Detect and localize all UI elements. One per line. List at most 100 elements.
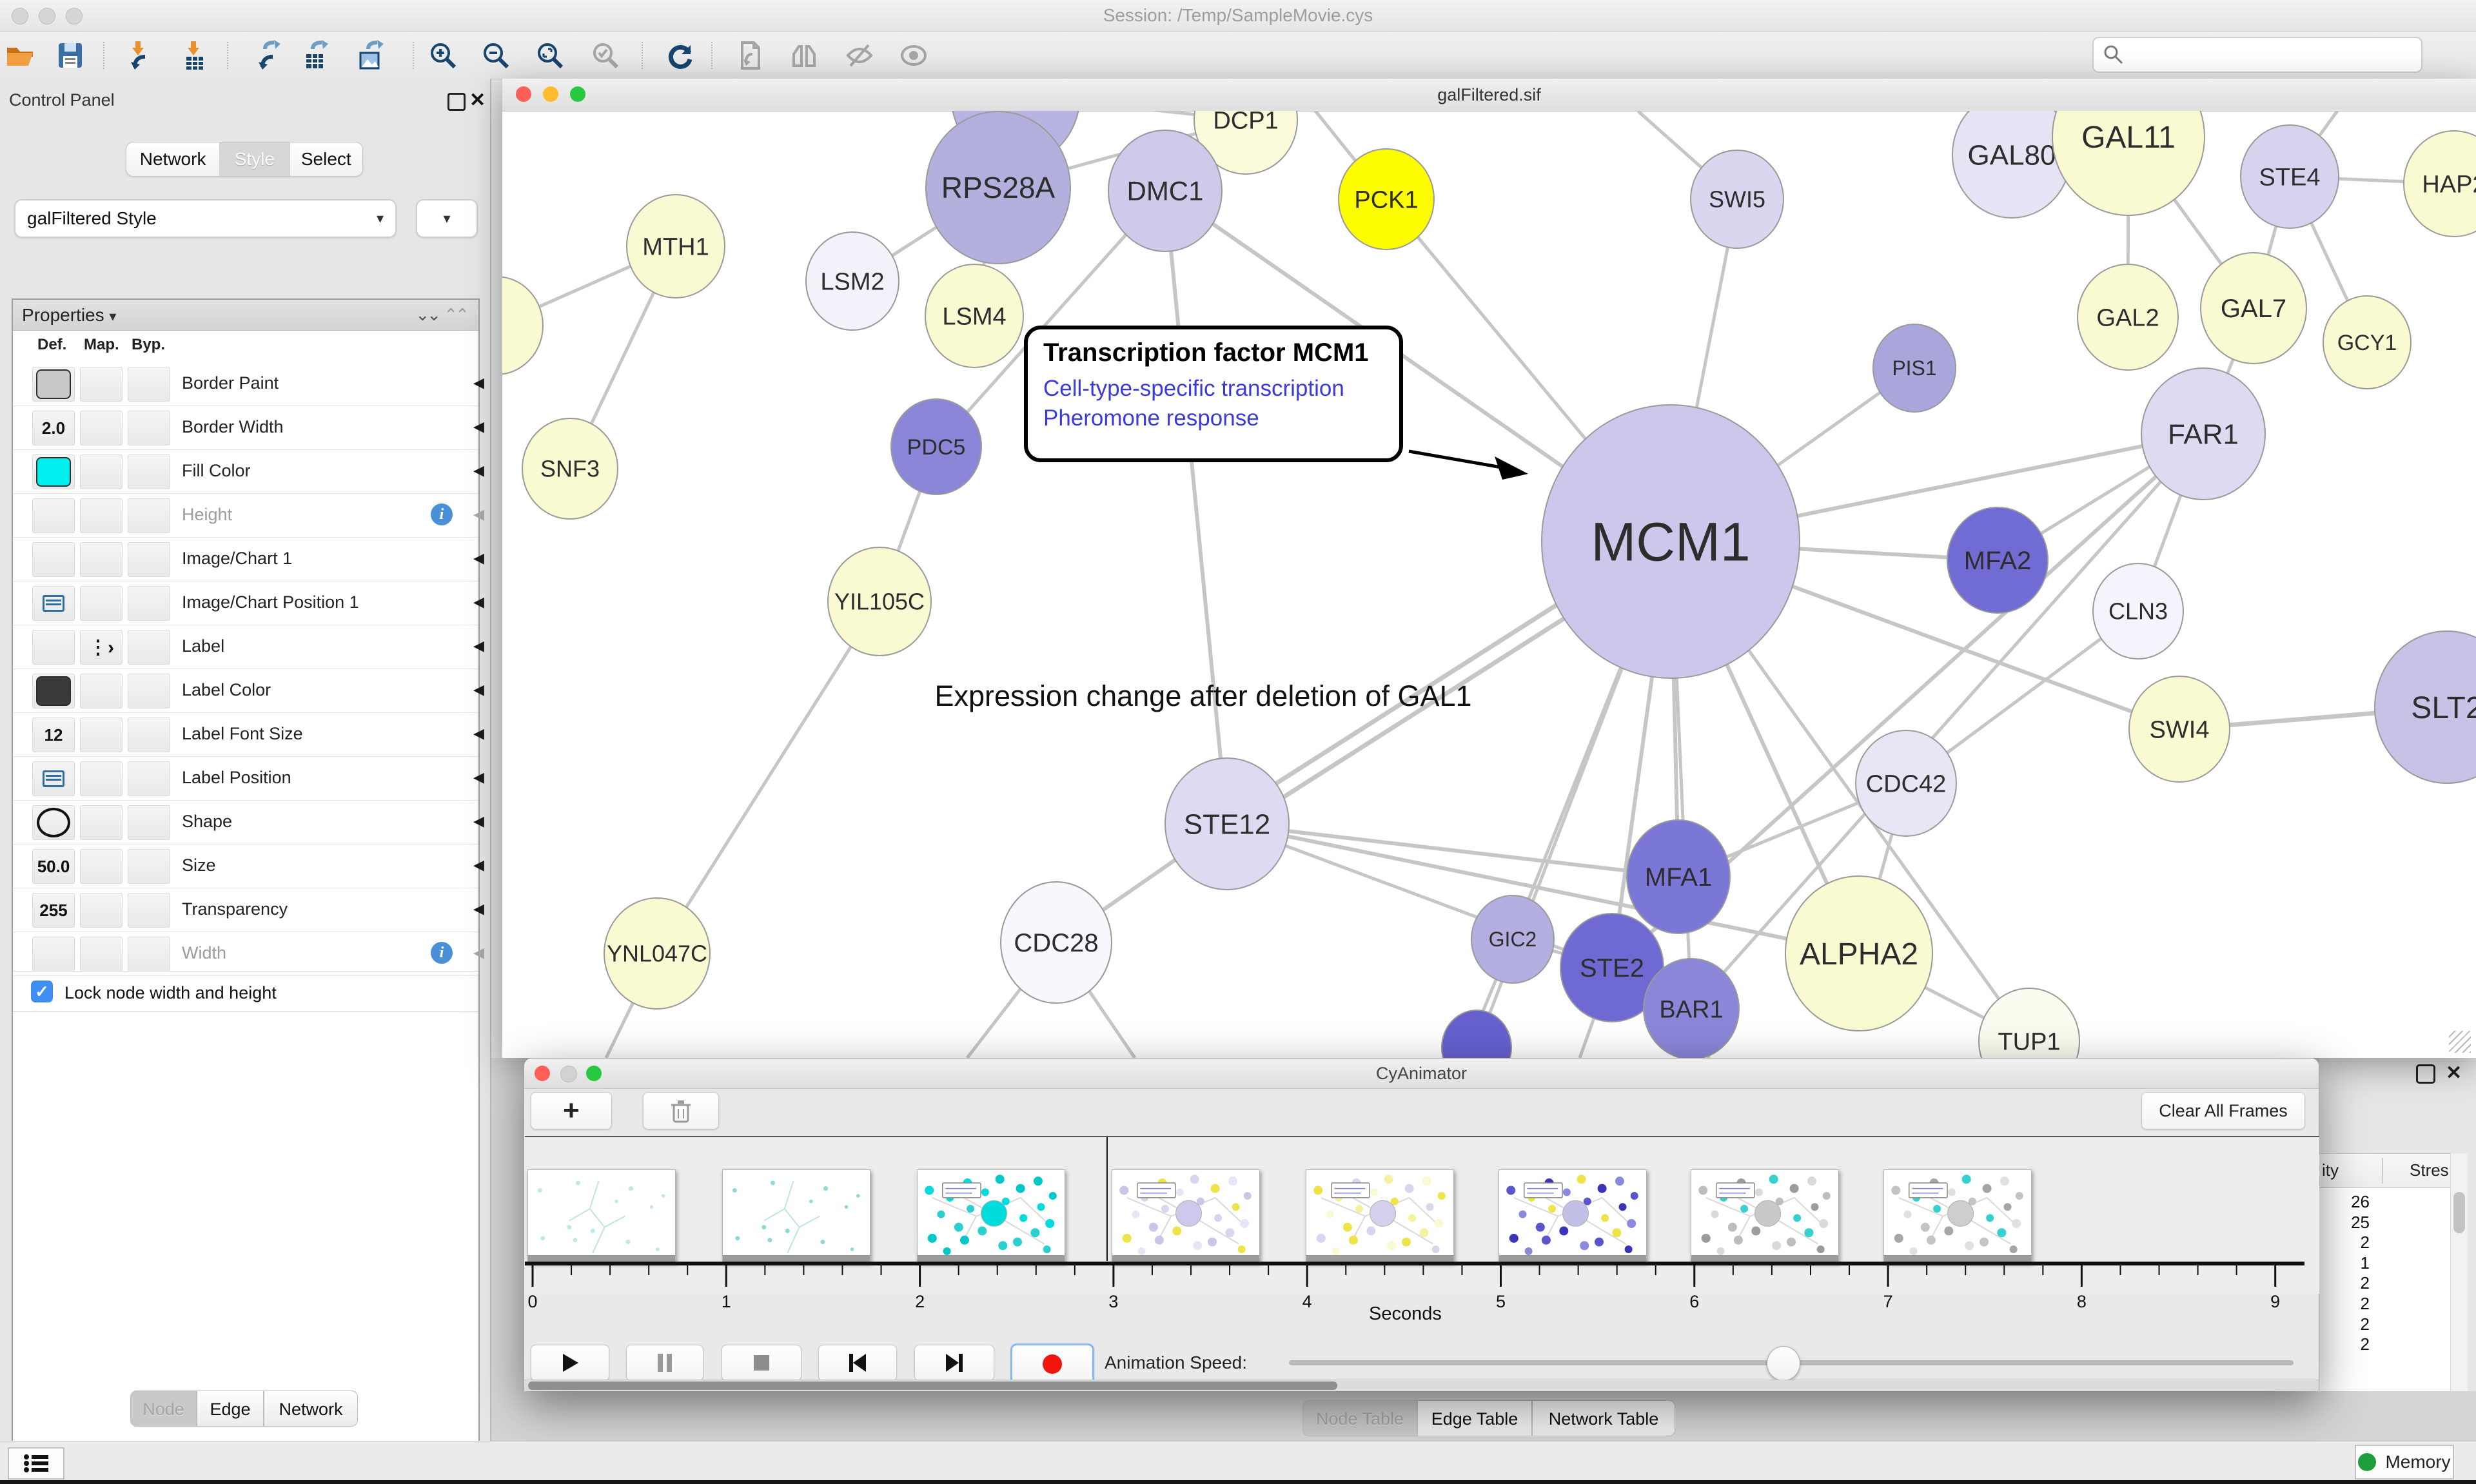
map-cell[interactable] <box>80 718 123 752</box>
network-node-ALPHA2[interactable]: ALPHA2 <box>1785 876 1932 1031</box>
tab-network[interactable]: Network <box>126 142 220 176</box>
scrollbar-thumb[interactable] <box>528 1381 1337 1390</box>
expand-row-icon[interactable]: ◀ <box>473 462 484 479</box>
map-cell[interactable] <box>80 849 123 884</box>
tab-select[interactable]: Select <box>290 142 362 176</box>
table-cell[interactable]: 2 <box>2319 1314 2370 1334</box>
style-options-button[interactable]: ▾ <box>416 199 478 238</box>
byp-cell[interactable] <box>128 937 170 971</box>
map-cell[interactable] <box>80 586 123 621</box>
table-cell[interactable]: 2 <box>2319 1294 2370 1314</box>
zoom-fit-icon[interactable] <box>534 39 566 72</box>
map-cell[interactable] <box>80 454 123 489</box>
table-cell[interactable]: 26 <box>2319 1192 2370 1212</box>
network-node-FAR1[interactable]: FAR1 <box>2141 368 2265 500</box>
def-cell[interactable] <box>32 542 75 577</box>
def-cell[interactable] <box>32 937 75 971</box>
tab-edge[interactable]: Edge <box>197 1391 264 1427</box>
network-node-SWI4[interactable]: SWI4 <box>2129 676 2230 782</box>
style-selector[interactable]: galFiltered Style ▾ <box>14 199 397 238</box>
network-node-YIL105C[interactable]: YIL105C <box>828 547 931 656</box>
search-input[interactable] <box>2125 44 2404 66</box>
frame-thumbnail-5[interactable] <box>1498 1169 1647 1263</box>
def-cell[interactable] <box>32 498 75 533</box>
map-cell[interactable] <box>80 893 123 928</box>
def-cell[interactable]: 12 <box>32 718 75 752</box>
collapse-all-icon[interactable]: ⌃⌃ <box>444 305 467 325</box>
def-cell[interactable] <box>32 367 75 402</box>
import-network-icon[interactable] <box>123 39 155 72</box>
add-frame-button[interactable]: + <box>531 1092 612 1129</box>
def-cell[interactable] <box>32 630 75 665</box>
property-row-label-position[interactable]: Label Position◀ <box>13 756 478 801</box>
properties-header[interactable]: Properties ▾ ⌄⌄ ⌃⌃ <box>13 300 478 331</box>
network-node-BAR1[interactable]: BAR1 <box>1644 959 1739 1058</box>
open-session-icon[interactable] <box>4 39 36 72</box>
tab-node-table[interactable]: Node Table <box>1302 1400 1417 1436</box>
network-node-PDC5[interactable]: PDC5 <box>891 399 981 494</box>
network-node-GCY1[interactable]: GCY1 <box>2323 296 2411 389</box>
import-table-icon[interactable] <box>178 39 210 72</box>
column-ity[interactable]: ity <box>2322 1160 2339 1180</box>
expand-row-icon[interactable]: ◀ <box>473 506 484 523</box>
annotation-link[interactable]: Cell-type-specific transcription <box>1043 374 1384 404</box>
def-cell[interactable] <box>32 761 75 796</box>
byp-cell[interactable] <box>128 674 170 708</box>
property-row-border-paint[interactable]: Border Paint◀ <box>13 362 478 406</box>
expand-row-icon[interactable]: ◀ <box>473 550 484 567</box>
property-row-image-chart-1[interactable]: Image/Chart 1◀ <box>13 537 478 581</box>
def-cell[interactable]: 2.0 <box>32 411 75 445</box>
map-cell[interactable] <box>80 761 123 796</box>
byp-cell[interactable] <box>128 498 170 533</box>
expand-all-icon[interactable]: ⌄⌄ <box>415 305 438 325</box>
frame-thumbnail-1[interactable] <box>722 1169 870 1263</box>
network-node-MFA2[interactable]: MFA2 <box>1947 507 2048 613</box>
network-node-STE12[interactable]: STE12 <box>1165 758 1289 890</box>
skip-to-start-button[interactable] <box>818 1345 897 1381</box>
expand-row-icon[interactable]: ◀ <box>473 725 484 742</box>
record-button[interactable] <box>1010 1343 1094 1385</box>
network-node-YNL047C[interactable]: YNL047C <box>604 898 710 1009</box>
def-cell[interactable]: 50.0 <box>32 849 75 884</box>
close-panel-icon[interactable]: ✕ <box>469 89 486 112</box>
property-row-height[interactable]: Heighti◀ <box>13 493 478 538</box>
frame-thumbnail-7[interactable] <box>1883 1169 2032 1263</box>
def-cell[interactable]: 255 <box>32 893 75 928</box>
network-canvas[interactable]: DCP1DMC1PCK1RPS28AMTH1LSM2LSM4SWI5GAL80G… <box>502 111 2476 1058</box>
save-session-icon[interactable] <box>54 39 86 72</box>
network-node-PCK1[interactable]: PCK1 <box>1339 149 1434 249</box>
property-row-shape[interactable]: Shape◀ <box>13 800 478 845</box>
export-document-icon[interactable] <box>734 39 766 72</box>
property-row-transparency[interactable]: 255Transparency◀ <box>13 888 478 932</box>
map-cell[interactable] <box>80 937 123 971</box>
close-panel-icon[interactable]: ✕ <box>2446 1062 2462 1084</box>
resize-grip[interactable] <box>2449 1031 2471 1053</box>
tab-network-bottom[interactable]: Network <box>264 1391 358 1427</box>
network-node-HAP2[interactable]: HAP2 <box>2404 131 2476 237</box>
property-row-label-color[interactable]: Label Color◀ <box>13 669 478 713</box>
property-row-border-width[interactable]: 2.0Border Width◀ <box>13 405 478 450</box>
tab-network-table[interactable]: Network Table <box>1532 1400 1675 1436</box>
property-row-image-chart-position-1[interactable]: Image/Chart Position 1◀ <box>13 581 478 625</box>
frame-thumbnail-3[interactable] <box>1112 1169 1260 1263</box>
clear-all-frames-button[interactable]: Clear All Frames <box>2141 1092 2305 1129</box>
map-cell[interactable] <box>80 674 123 708</box>
property-row-label-font-size[interactable]: 12Label Font Size◀ <box>13 712 478 757</box>
delete-frame-button[interactable] <box>643 1092 719 1129</box>
def-cell[interactable] <box>32 674 75 708</box>
byp-cell[interactable] <box>128 718 170 752</box>
network-node-CDC28[interactable]: CDC28 <box>1001 882 1112 1003</box>
expand-row-icon[interactable]: ◀ <box>473 375 484 391</box>
network-node-GAL2[interactable]: GAL2 <box>2078 264 2178 370</box>
zoom-out-icon[interactable] <box>480 39 512 72</box>
expand-row-icon[interactable]: ◀ <box>473 813 484 830</box>
byp-cell[interactable] <box>128 411 170 445</box>
byp-cell[interactable] <box>128 367 170 402</box>
play-button[interactable] <box>531 1345 609 1381</box>
slider-thumb[interactable] <box>1767 1346 1800 1381</box>
hide-selected-icon[interactable] <box>843 39 876 72</box>
map-cell[interactable] <box>80 411 123 445</box>
column-stress[interactable]: Stres <box>2410 1160 2449 1180</box>
frame-thumbnail-6[interactable] <box>1691 1169 1839 1263</box>
def-cell[interactable] <box>32 805 75 840</box>
